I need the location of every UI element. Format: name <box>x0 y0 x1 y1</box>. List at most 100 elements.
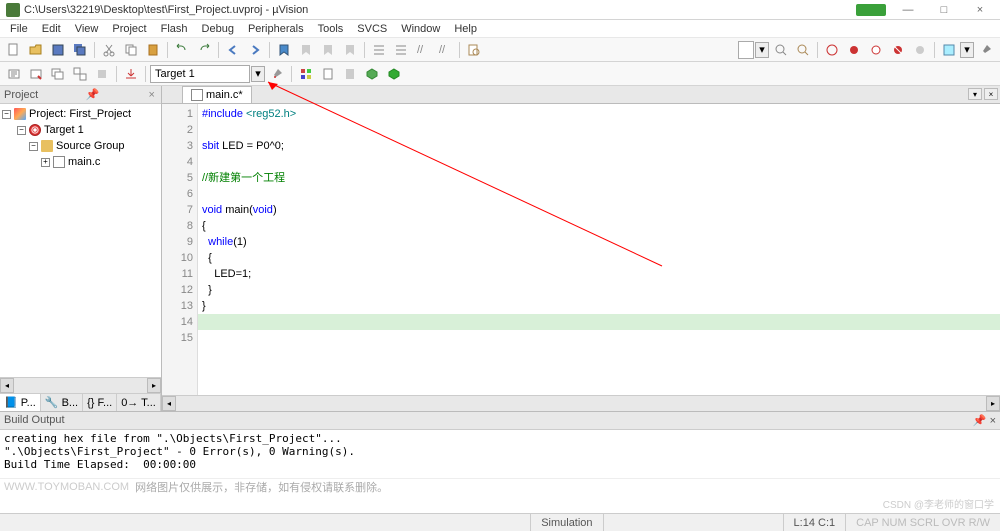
indent-icon[interactable] <box>369 40 389 60</box>
close-button[interactable]: × <box>966 3 994 17</box>
editor-dropdown-icon[interactable]: ▾ <box>968 88 982 100</box>
rebuild-icon[interactable] <box>48 64 68 84</box>
batch-build-icon[interactable] <box>70 64 90 84</box>
tree-toggle[interactable]: − <box>29 142 38 151</box>
translate-icon[interactable] <box>4 64 24 84</box>
maximize-button[interactable]: □ <box>930 3 958 17</box>
editor-tab-label: main.c* <box>206 89 243 101</box>
pack-installer-icon[interactable] <box>362 64 382 84</box>
tab-project[interactable]: 📘 P... <box>0 394 41 411</box>
code-content[interactable]: #include <reg52.h>sbit LED = P0^0;//新建第一… <box>198 104 1000 395</box>
build-output-text[interactable]: creating hex file from ".\Objects\First_… <box>0 430 1000 478</box>
tree-toggle[interactable]: − <box>2 110 11 119</box>
menu-peripherals[interactable]: Peripherals <box>242 21 310 37</box>
menu-flash[interactable]: Flash <box>155 21 194 37</box>
c-file-icon <box>53 156 65 168</box>
tree-project-label[interactable]: Project: First_Project <box>29 108 131 120</box>
chevron-down-icon[interactable]: ▾ <box>755 42 769 58</box>
build-icon[interactable] <box>26 64 46 84</box>
find-in-files-icon[interactable] <box>464 40 484 60</box>
project-tree[interactable]: −Project: First_Project −Target 1 −Sourc… <box>0 104 161 377</box>
bookmark-next-icon[interactable] <box>318 40 338 60</box>
menu-file[interactable]: File <box>4 21 34 37</box>
project-icon <box>14 108 26 120</box>
target-select-label: Target 1 <box>155 68 195 80</box>
project-panel-header: Project 📌 × <box>0 86 161 104</box>
window-layout-icon[interactable] <box>939 40 959 60</box>
menu-edit[interactable]: Edit <box>36 21 67 37</box>
project-hscroll[interactable]: ◂▸ <box>0 377 161 393</box>
find-icon[interactable] <box>771 40 791 60</box>
tree-target-label[interactable]: Target 1 <box>44 124 84 136</box>
status-mode: Simulation <box>530 514 602 531</box>
bookmark-clear-icon[interactable] <box>340 40 360 60</box>
options-icon[interactable] <box>267 64 287 84</box>
open-icon[interactable] <box>26 40 46 60</box>
save-icon[interactable] <box>48 40 68 60</box>
bookmark-prev-icon[interactable] <box>296 40 316 60</box>
line-gutter: 123456789101112131415 <box>162 104 198 395</box>
undo-icon[interactable] <box>172 40 192 60</box>
panel-close-icon[interactable]: × <box>147 89 157 101</box>
debug-icon[interactable] <box>822 40 842 60</box>
redo-icon[interactable] <box>194 40 214 60</box>
pushpin-icon[interactable]: 📌 <box>86 88 100 101</box>
editor-hscroll[interactable]: ◂▸ <box>162 395 1000 411</box>
code-editor[interactable]: 123456789101112131415 #include <reg52.h>… <box>162 104 1000 395</box>
paste-icon[interactable] <box>143 40 163 60</box>
svg-text://: // <box>417 44 424 56</box>
breakpoint-kill-icon[interactable] <box>888 40 908 60</box>
tree-file-label[interactable]: main.c <box>68 156 100 168</box>
target-select[interactable]: Target 1 <box>150 65 250 83</box>
manage-books-icon[interactable] <box>340 64 360 84</box>
bookmark-icon[interactable] <box>274 40 294 60</box>
uncomment-icon[interactable]: // <box>435 40 455 60</box>
tree-group-label[interactable]: Source Group <box>56 140 124 152</box>
cut-icon[interactable] <box>99 40 119 60</box>
breakpoint-icon[interactable] <box>844 40 864 60</box>
breakpoint-enable-icon[interactable] <box>910 40 930 60</box>
project-panel: Project 📌 × −Project: First_Project −Tar… <box>0 86 162 411</box>
new-file-icon[interactable] <box>4 40 24 60</box>
comment-icon[interactable]: // <box>413 40 433 60</box>
menu-project[interactable]: Project <box>106 21 152 37</box>
save-all-icon[interactable] <box>70 40 90 60</box>
menu-help[interactable]: Help <box>448 21 483 37</box>
runtime-env-icon[interactable] <box>384 64 404 84</box>
editor-close-icon[interactable]: × <box>984 88 998 100</box>
menu-tools[interactable]: Tools <box>312 21 350 37</box>
incremental-find-icon[interactable] <box>793 40 813 60</box>
pushpin-icon[interactable]: 📌 <box>973 415 987 427</box>
menu-svcs[interactable]: SVCS <box>351 21 393 37</box>
app-icon <box>6 3 20 17</box>
tab-templates[interactable]: 0→ T... <box>117 394 161 411</box>
menu-view[interactable]: View <box>69 21 105 37</box>
tree-toggle[interactable]: + <box>41 158 50 167</box>
editor-tabstrip: main.c* ▾ × <box>162 86 1000 104</box>
nav-fwd-icon[interactable] <box>245 40 265 60</box>
folder-icon <box>41 140 53 152</box>
manage-project-icon[interactable] <box>296 64 316 84</box>
menu-debug[interactable]: Debug <box>196 21 240 37</box>
editor-tab-mainc[interactable]: main.c* <box>182 86 252 103</box>
copy-icon[interactable] <box>121 40 141 60</box>
file-ext-icon[interactable] <box>318 64 338 84</box>
minimize-button[interactable]: — <box>894 3 922 17</box>
breakpoint-disable-icon[interactable] <box>866 40 886 60</box>
tab-functions[interactable]: {} F... <box>83 394 117 411</box>
chevron-down-icon[interactable]: ▾ <box>251 66 265 82</box>
search-combo[interactable] <box>738 41 754 59</box>
nav-back-icon[interactable] <box>223 40 243 60</box>
license-pill <box>856 4 886 16</box>
configure-icon[interactable] <box>976 40 996 60</box>
download-icon[interactable] <box>121 64 141 84</box>
menu-window[interactable]: Window <box>395 21 446 37</box>
tab-books[interactable]: 🔧 B... <box>41 394 83 411</box>
outdent-icon[interactable] <box>391 40 411 60</box>
tree-toggle[interactable]: − <box>17 126 26 135</box>
menu-bar: File Edit View Project Flash Debug Perip… <box>0 20 1000 38</box>
chevron-down-icon[interactable]: ▾ <box>960 42 974 58</box>
stop-build-icon[interactable] <box>92 64 112 84</box>
watermark-text: WWW.TOYMOBAN.COM <box>4 481 129 493</box>
panel-close-icon[interactable]: × <box>990 415 996 427</box>
